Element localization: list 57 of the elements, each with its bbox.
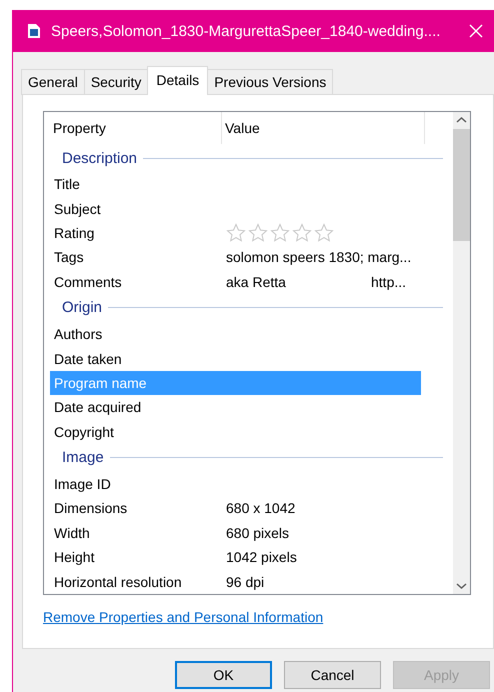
star-icon[interactable] <box>248 222 268 243</box>
image-file-icon <box>27 23 41 39</box>
group-title: Origin <box>62 299 102 316</box>
property-row[interactable]: Tags solomon speers 1830; marg... <box>50 245 421 270</box>
property-row[interactable]: Horizontal resolution 96 dpi <box>50 569 421 594</box>
property-name: Title <box>53 176 81 192</box>
property-row[interactable]: Height 1042 pixels <box>50 545 421 570</box>
property-name: Date taken <box>53 350 123 367</box>
remove-properties-link[interactable]: Remove Properties and Personal Information <box>43 609 324 625</box>
property-name: Height <box>53 549 96 566</box>
property-row[interactable]: Date taken <box>50 346 421 371</box>
property-row[interactable]: Comments aka Retta http... <box>50 270 421 294</box>
property-value: 680 pixels <box>226 524 290 541</box>
tab[interactable]: Previous Versions <box>207 69 334 95</box>
star-icon[interactable] <box>270 222 290 243</box>
window-title: Speers,Solomon_1830-MargurettaSpeer_1840-wedding.... <box>51 22 442 40</box>
property-name: Rating <box>53 224 96 241</box>
group-title: Description <box>62 150 138 166</box>
property-row[interactable]: Rating <box>50 220 421 246</box>
star-icon[interactable] <box>292 222 312 243</box>
property-name: Date acquired <box>53 399 142 416</box>
property-name: Program name <box>53 374 148 391</box>
property-row[interactable]: Dimensions 680 x 1042 <box>50 496 421 521</box>
star-icon[interactable] <box>314 222 334 243</box>
property-name: Width <box>53 524 91 541</box>
property-value: 96 dpi <box>226 574 264 590</box>
column-header[interactable]: Value <box>222 112 425 144</box>
tab[interactable]: General <box>21 69 85 95</box>
property-row[interactable]: Authors <box>50 322 421 346</box>
property-name: Dimensions <box>53 500 128 516</box>
property-value: http... <box>371 274 406 290</box>
group-title: Image <box>62 449 104 466</box>
dialog-button[interactable]: Cancel <box>284 661 381 689</box>
property-name: Tags <box>53 249 85 266</box>
column-header[interactable]: Property <box>50 112 222 144</box>
property-row[interactable]: Date acquired <box>50 395 421 420</box>
property-row[interactable]: Image ID <box>50 472 421 496</box>
property-row[interactable]: Width 680 pixels <box>50 520 421 546</box>
property-value: 680 x 1042 <box>226 500 296 516</box>
scrollbar[interactable] <box>453 112 470 594</box>
property-row[interactable]: Copyright <box>50 420 421 444</box>
star-icon[interactable] <box>226 222 246 243</box>
property-name: Copyright <box>53 424 115 440</box>
property-value: solomon speers 1830; marg... <box>226 249 412 266</box>
scroll-thumb[interactable] <box>453 129 470 241</box>
property-value: aka Retta <box>226 274 287 290</box>
dialog-button[interactable]: OK <box>175 661 272 689</box>
property-name: Authors <box>53 326 104 342</box>
property-row[interactable]: Title <box>50 172 421 196</box>
property-name: Subject <box>53 200 102 217</box>
property-value: 1042 pixels <box>226 549 297 566</box>
property-name: Horizontal resolution <box>53 574 183 590</box>
property-name: Comments <box>53 274 123 290</box>
tab[interactable]: Details <box>147 66 208 95</box>
close-icon[interactable] <box>468 23 484 39</box>
property-name: Image ID <box>53 476 112 492</box>
property-row[interactable]: Subject <box>50 196 421 221</box>
